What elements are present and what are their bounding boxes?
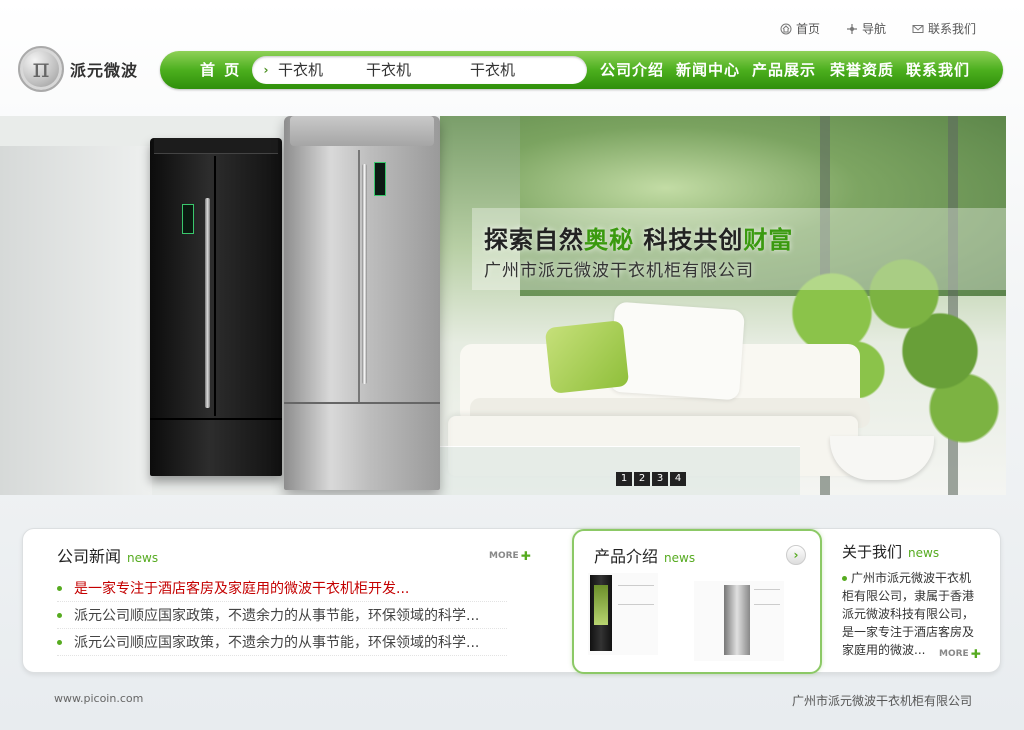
news-item[interactable]: 派元公司顺应国家政策，不遗余力的从事节能，环保领域的科学... [57,629,507,656]
top-link-home[interactable]: 首页 [780,20,820,37]
nav-news[interactable]: 新闻中心 [676,51,740,89]
news-title-en: news [127,551,159,565]
news-list: 是一家专注于酒店客房及家庭用的微波干衣机柜开发... 派元公司顺应国家政策，不遗… [57,575,507,656]
product-thumb-black[interactable] [588,573,658,655]
banner-slogan: 探索自然奥秘 科技共创财富 [484,220,793,255]
news-title-cn: 公司新闻 [57,547,122,566]
banner-page-3[interactable]: 3 [652,472,668,486]
top-link-nav-label: 导航 [861,22,886,36]
main-nav: 首 页 › 干衣机 干衣机 干衣机 公司介绍 新闻中心 产品展示 荣誉资质 联系… [160,51,1003,89]
mail-icon [912,24,924,33]
banner-pager: 1 2 3 4 [616,472,686,486]
slogan-part-1: 探索自然 [484,226,584,254]
product-image-black-cabinet [150,138,282,476]
about-section-title: 关于我们 news [842,541,939,562]
plus-icon: ✚ [520,549,531,563]
nav-sub-item-1[interactable]: 干衣机 [278,56,323,84]
content-panel: 公司新闻 news MORE ✚ 是一家专注于酒店客房及家庭用的微波干衣机柜开发..… [22,528,1001,674]
news-item-text: 是一家专注于酒店客房及家庭用的微波干衣机柜开发... [74,581,410,597]
hero-banner: 探索自然奥秘 科技共创财富 广州市派元微波干衣机柜有限公司 1 2 3 4 [0,116,1006,495]
banner-backdrop-left [0,146,152,495]
sofa-pillow-white [609,301,745,401]
about-more-link[interactable]: MORE ✚ [939,647,981,661]
news-item[interactable]: 派元公司顺应国家政策，不遗余力的从事节能，环保领域的科学... [57,602,507,629]
product-section-title: 产品介绍 news [594,543,695,567]
about-text-body: 广州市派元微波干衣机柜有限公司，隶属于香港派元微波科技有限公司，是一家专注于酒店… [842,571,975,657]
nav-sub-item-2[interactable]: 干衣机 [366,56,411,84]
top-link-contact-label: 联系我们 [927,22,976,36]
banner-page-2[interactable]: 2 [634,472,650,486]
banner-page-4[interactable]: 4 [670,472,686,486]
about-more-label: MORE [939,649,969,659]
product-intro-box: 产品介绍 news › [572,529,822,674]
news-section-title: 公司新闻 news [57,543,158,567]
bullet-icon [842,576,847,581]
news-more-label: MORE [489,551,519,561]
nav-subbar: › 干衣机 干衣机 干衣机 [252,56,587,84]
banner-page-1[interactable]: 1 [616,472,632,486]
nav-products[interactable]: 产品展示 [752,51,816,89]
product-title-en: news [664,551,696,565]
sofa-pillow-green [544,320,630,394]
product-title-cn: 产品介绍 [594,547,659,566]
footer-url[interactable]: www.picoin.com [54,692,143,705]
nav-honors[interactable]: 荣誉资质 [830,51,894,89]
news-item-text: 派元公司顺应国家政策，不遗余力的从事节能，环保领域的科学... [74,635,480,651]
product-image-silver-cabinet [284,116,440,490]
top-links: 首页 导航 联系我们 [780,20,976,37]
bullet-icon [57,612,62,618]
top-link-nav[interactable]: 导航 [846,20,886,37]
nav-about[interactable]: 公司介绍 [600,51,664,89]
top-link-home-label: 首页 [795,22,820,36]
news-item[interactable]: 是一家专注于酒店客房及家庭用的微波干衣机柜开发... [57,575,507,602]
home-icon [780,23,792,34]
top-link-contact[interactable]: 联系我们 [912,20,976,37]
banner-company-name: 广州市派元微波干衣机柜有限公司 [484,261,754,281]
logo-mark: π [18,46,64,92]
compass-icon [846,23,857,34]
next-arrow-icon[interactable]: › [786,545,806,565]
footer-company: 广州市派元微波干衣机柜有限公司 [791,694,972,708]
slogan-part-2: 科技共创 [634,226,744,254]
logo-text: 派元微波 [70,61,139,80]
nav-contact[interactable]: 联系我们 [906,51,970,89]
nav-sub-item-3[interactable]: 干衣机 [470,56,515,84]
about-title-en: news [908,546,940,560]
slogan-highlight-2: 财富 [743,226,794,254]
bullet-icon [57,585,62,591]
chevron-right-icon: › [263,63,269,77]
about-text: 广州市派元微波干衣机柜有限公司，隶属于香港派元微波科技有限公司，是一家专注于酒店… [842,569,982,659]
glass-table [440,446,800,495]
product-thumb-silver[interactable] [694,581,784,661]
nav-home[interactable]: 首 页 [200,51,241,89]
logo[interactable]: π 派元微波 [18,46,138,92]
plus-icon: ✚ [970,647,981,661]
news-more-link[interactable]: MORE ✚ [489,549,531,563]
news-item-text: 派元公司顺应国家政策，不遗余力的从事节能，环保领域的科学... [74,608,480,624]
slogan-highlight-1: 奥秘 [584,226,634,254]
about-title-cn: 关于我们 [842,543,903,561]
bullet-icon [57,639,62,645]
